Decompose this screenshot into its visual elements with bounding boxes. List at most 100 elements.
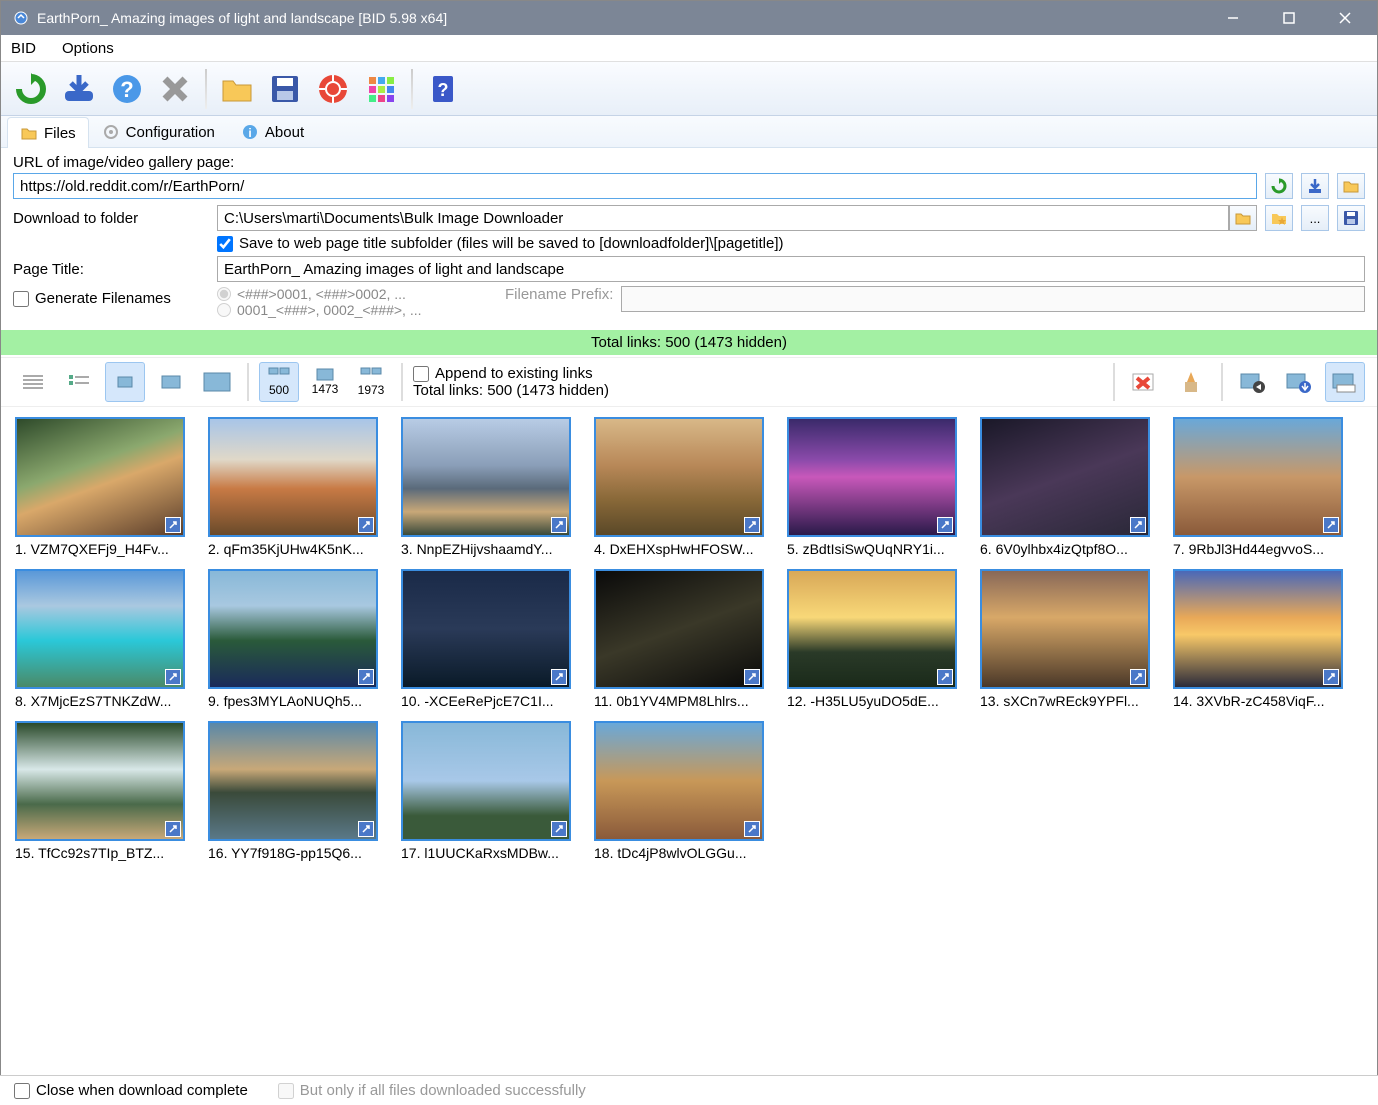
save-button[interactable] <box>263 67 307 111</box>
svg-text:?: ? <box>120 77 133 102</box>
view-small-thumb-button[interactable] <box>105 362 145 402</box>
rename-button[interactable] <box>1325 362 1365 402</box>
filename-pattern-1-radio[interactable] <box>217 287 231 301</box>
page-title-label: Page Title: <box>13 261 209 278</box>
folder-star-button[interactable] <box>1265 205 1293 231</box>
settings-button[interactable] <box>311 67 355 111</box>
thumbnail-image[interactable] <box>15 569 185 689</box>
thumbnail-image[interactable] <box>401 721 571 841</box>
thumbnail-image[interactable] <box>787 417 957 537</box>
thumbnail-item[interactable]: 17. l1UUCKaRxsMDBw... <box>401 721 576 861</box>
book-button[interactable]: ? <box>421 67 465 111</box>
thumbnail-label: 4. DxEHXspHwHFOSW... <box>594 537 769 557</box>
thumbnail-label: 18. tDc4jP8wlvOLGGu... <box>594 841 769 861</box>
thumbnail-image[interactable] <box>15 721 185 841</box>
tab-configuration[interactable]: Configuration <box>89 116 228 147</box>
thumbnail-item[interactable]: 4. DxEHXspHwHFOSW... <box>594 417 769 557</box>
thumbnail-item[interactable]: 1. VZM7QXEFj9_H4Fv... <box>15 417 190 557</box>
save-subfolder-label: Save to web page title subfolder (files … <box>239 235 783 252</box>
reload-button[interactable] <box>9 67 53 111</box>
maximize-button[interactable] <box>1261 1 1317 35</box>
thumbnail-item[interactable]: 3. NnpEZHijvshaamdY... <box>401 417 576 557</box>
thumbnail-item[interactable]: 12. -H35LU5yuDO5dE... <box>787 569 962 709</box>
view-medium-thumb-button[interactable] <box>151 362 191 402</box>
folder-save-button[interactable] <box>1337 205 1365 231</box>
minimize-button[interactable] <box>1205 1 1261 35</box>
menu-options[interactable]: Options <box>56 36 120 61</box>
only-if-success-checkbox[interactable] <box>278 1083 294 1099</box>
tab-about[interactable]: i About <box>228 116 317 147</box>
close-when-complete-checkbox[interactable] <box>14 1083 30 1099</box>
thumbnail-image[interactable] <box>1173 569 1343 689</box>
download-selected-button[interactable] <box>1279 362 1319 402</box>
url-label: URL of image/video gallery page: <box>13 154 1257 171</box>
thumbnail-image[interactable] <box>15 417 185 537</box>
clean-button[interactable] <box>1171 362 1211 402</box>
skip-button[interactable] <box>1233 362 1273 402</box>
folder-input[interactable] <box>217 205 1229 231</box>
generate-filenames-checkbox[interactable] <box>13 291 29 307</box>
thumbnail-item[interactable]: 9. fpes3MYLAoNUQh5... <box>208 569 383 709</box>
thumbnail-item[interactable]: 6. 6V0ylhbx4izQtpf8O... <box>980 417 1155 557</box>
filename-prefix-input[interactable] <box>621 286 1365 312</box>
footer: Close when download complete But only if… <box>0 1075 1378 1105</box>
filter-1973-button[interactable]: 1973 <box>351 362 391 402</box>
page-title-input[interactable] <box>217 256 1365 282</box>
thumbnail-grid[interactable]: 1. VZM7QXEFj9_H4Fv...2. qFm35KjUHw4K5nK.… <box>1 407 1377 1061</box>
filter-1473-button[interactable]: 1473 <box>305 362 345 402</box>
separator <box>1113 363 1115 401</box>
only-if-success-label: But only if all files downloaded success… <box>300 1082 586 1099</box>
help-button[interactable]: ? <box>105 67 149 111</box>
link-icon <box>1323 669 1339 685</box>
menu-bid[interactable]: BID <box>5 36 42 61</box>
folder-browse-inline-button[interactable] <box>1229 205 1257 231</box>
close-button[interactable] <box>1317 1 1373 35</box>
thumbnail-item[interactable]: 18. tDc4jP8wlvOLGGu... <box>594 721 769 861</box>
link-icon <box>165 821 181 837</box>
thumbnail-item[interactable]: 7. 9RbJl3Hd44egvvoS... <box>1173 417 1348 557</box>
thumbnail-image[interactable] <box>1173 417 1343 537</box>
thumbnail-image[interactable] <box>594 417 764 537</box>
thumbnail-image[interactable] <box>787 569 957 689</box>
grid-button[interactable] <box>359 67 403 111</box>
view-list-button[interactable] <box>59 362 99 402</box>
filename-pattern-2-radio[interactable] <box>217 303 231 317</box>
thumbnail-image[interactable] <box>401 569 571 689</box>
thumbnail-item[interactable]: 5. zBdtIsiSwQUqNRY1i... <box>787 417 962 557</box>
folder-button[interactable] <box>215 67 259 111</box>
folder-dots-button[interactable]: ... <box>1301 205 1329 231</box>
thumbnail-item[interactable]: 13. sXCn7wREck9YPFl... <box>980 569 1155 709</box>
thumbnail-image[interactable] <box>208 721 378 841</box>
thumbnail-image[interactable] <box>594 721 764 841</box>
thumbnail-item[interactable]: 15. TfCc92s7TIp_BTZ... <box>15 721 190 861</box>
thumbnail-image[interactable] <box>208 569 378 689</box>
thumbnail-image[interactable] <box>594 569 764 689</box>
thumbnail-label: 8. X7MjcEzS7TNKZdW... <box>15 689 190 709</box>
remove-selected-button[interactable] <box>1125 362 1165 402</box>
thumbnail-item[interactable]: 14. 3XVbR-zC458ViqF... <box>1173 569 1348 709</box>
url-folder-button[interactable] <box>1337 173 1365 199</box>
url-input[interactable] <box>13 173 1257 199</box>
thumbnail-item[interactable]: 16. YY7f918G-pp15Q6... <box>208 721 383 861</box>
thumbnail-image[interactable] <box>980 569 1150 689</box>
view-detail-button[interactable] <box>13 362 53 402</box>
filter-500-button[interactable]: 500 <box>259 362 299 402</box>
append-links-checkbox[interactable] <box>413 366 429 382</box>
url-download-button[interactable] <box>1301 173 1329 199</box>
thumbnail-item[interactable]: 10. -XCEeRePjcE7C1I... <box>401 569 576 709</box>
thumbnail-image[interactable] <box>401 417 571 537</box>
tab-files[interactable]: Files <box>7 117 89 148</box>
link-icon <box>1130 669 1146 685</box>
view-large-thumb-button[interactable] <box>197 362 237 402</box>
download-button[interactable] <box>57 67 101 111</box>
thumbnail-item[interactable]: 2. qFm35KjUHw4K5nK... <box>208 417 383 557</box>
thumbnail-item[interactable]: 11. 0b1YV4MPM8Lhlrs... <box>594 569 769 709</box>
folder-icon <box>20 124 38 142</box>
url-reload-button[interactable] <box>1265 173 1293 199</box>
thumbnail-label: 17. l1UUCKaRxsMDBw... <box>401 841 576 861</box>
thumbnail-item[interactable]: 8. X7MjcEzS7TNKZdW... <box>15 569 190 709</box>
thumbnail-image[interactable] <box>208 417 378 537</box>
thumbnail-image[interactable] <box>980 417 1150 537</box>
cancel-button[interactable] <box>153 67 197 111</box>
save-subfolder-checkbox[interactable] <box>217 236 233 252</box>
